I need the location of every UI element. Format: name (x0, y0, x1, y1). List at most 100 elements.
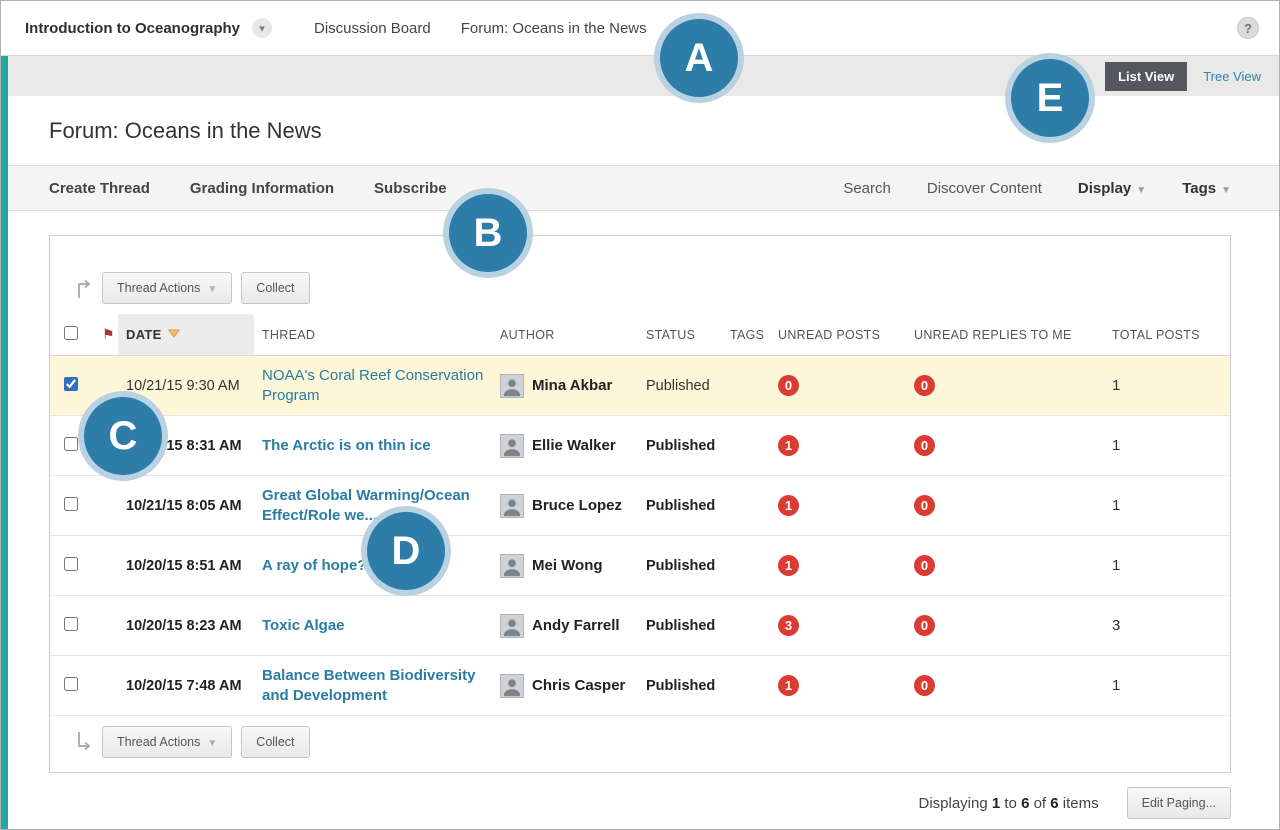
annotation-circle-d: D (367, 512, 445, 590)
select-all-arrow-icon (74, 277, 94, 299)
row-checkbox[interactable] (64, 677, 78, 691)
thread-link[interactable]: NOAA's Coral Reef Conservation Program (262, 366, 484, 406)
author-name: Bruce Lopez (532, 497, 622, 514)
paging-bar: Displaying 1 to 6 of 6 items Edit Paging… (49, 787, 1231, 819)
unread-replies-badge[interactable]: 0 (914, 375, 935, 396)
row-checkbox[interactable] (64, 497, 78, 511)
row-checkbox[interactable] (64, 437, 78, 451)
subscribe-button[interactable]: Subscribe (374, 180, 447, 197)
thread-list-card: Thread Actions▼ Collect ⚑ DATE THREAD AU… (49, 235, 1231, 773)
unread-posts-badge[interactable]: 0 (778, 375, 799, 396)
table-row[interactable]: 10/20/15 8:23 AM Toxic Algae Andy Farrel… (50, 596, 1230, 656)
thread-link[interactable]: Toxic Algae (262, 616, 345, 636)
avatar (500, 614, 524, 638)
total-posts-count: 1 (1104, 416, 1230, 476)
unread-replies-badge[interactable]: 0 (914, 615, 935, 636)
unread-replies-badge[interactable]: 0 (914, 555, 935, 576)
help-icon[interactable]: ? (1237, 17, 1259, 39)
author-column-header[interactable]: AUTHOR (492, 314, 638, 356)
thread-link[interactable]: A ray of hope? (262, 556, 366, 576)
thread-link[interactable]: Great Global Warming/Ocean Effect/Role w… (262, 486, 484, 526)
total-posts-count: 1 (1104, 476, 1230, 536)
tags-menu[interactable]: Tags▼ (1182, 180, 1231, 197)
avatar (500, 494, 524, 518)
collect-button[interactable]: Collect (241, 272, 309, 304)
edit-paging-button[interactable]: Edit Paging... (1127, 787, 1231, 819)
blackboard-window: Introduction to Oceanography ▾ Discussio… (0, 0, 1280, 830)
unread-replies-column-header[interactable]: UNREAD REPLIES TO ME (906, 314, 1104, 356)
thread-actions-button[interactable]: Thread Actions▼ (102, 272, 232, 304)
author-cell: Andy Farrell (500, 614, 630, 638)
thread-column-header[interactable]: THREAD (254, 314, 492, 356)
row-checkbox[interactable] (64, 557, 78, 571)
table-row[interactable]: 10/20/15 8:51 AM A ray of hope? Mei Wong… (50, 536, 1230, 596)
thread-link[interactable]: The Arctic is on thin ice (262, 436, 431, 456)
thread-status: Published (638, 356, 722, 416)
thread-actions-button[interactable]: Thread Actions▼ (102, 726, 232, 758)
table-header-row: ⚑ DATE THREAD AUTHOR STATUS TAGS UNREAD … (50, 314, 1230, 356)
author-cell: Mina Akbar (500, 374, 630, 398)
author-cell: Mei Wong (500, 554, 630, 578)
total-posts-column-header[interactable]: TOTAL POSTS (1104, 314, 1230, 356)
breadcrumb-discussion-board[interactable]: Discussion Board (314, 20, 431, 37)
select-all-checkbox[interactable] (64, 326, 78, 340)
chevron-down-icon: ▼ (207, 738, 217, 749)
thread-date: 10/20/15 8:51 AM (118, 536, 254, 596)
date-column-header[interactable]: DATE (118, 314, 254, 356)
thread-link[interactable]: Balance Between Biodiversity and Develop… (262, 666, 484, 706)
breadcrumb-forum[interactable]: Forum: Oceans in the News (461, 20, 647, 37)
thread-tags (722, 596, 770, 656)
collect-button[interactable]: Collect (241, 726, 309, 758)
unread-posts-column-header[interactable]: UNREAD POSTS (770, 314, 906, 356)
table-row[interactable]: 10/21/15 8:31 AM The Arctic is on thin i… (50, 416, 1230, 476)
course-menu-chevron-icon[interactable]: ▾ (252, 18, 272, 38)
thread-tags (722, 656, 770, 716)
table-row[interactable]: 10/20/15 7:48 AM Balance Between Biodive… (50, 656, 1230, 716)
display-menu[interactable]: Display▼ (1078, 180, 1146, 197)
unread-replies-badge[interactable]: 0 (914, 495, 935, 516)
select-all-arrow-icon (74, 731, 94, 753)
total-posts-count: 1 (1104, 356, 1230, 416)
thread-table: ⚑ DATE THREAD AUTHOR STATUS TAGS UNREAD … (50, 314, 1230, 716)
thread-date: 10/20/15 8:23 AM (118, 596, 254, 656)
unread-posts-badge[interactable]: 1 (778, 675, 799, 696)
unread-posts-badge[interactable]: 3 (778, 615, 799, 636)
status-column-header[interactable]: STATUS (638, 314, 722, 356)
row-checkbox[interactable] (64, 617, 78, 631)
unread-posts-badge[interactable]: 1 (778, 555, 799, 576)
author-name: Andy Farrell (532, 617, 620, 634)
table-row[interactable]: 10/21/15 8:05 AM Great Global Warming/Oc… (50, 476, 1230, 536)
author-cell: Chris Casper (500, 674, 630, 698)
flag-column-header[interactable]: ⚑ (94, 314, 118, 356)
thread-date: 10/21/15 8:05 AM (118, 476, 254, 536)
annotation-circle-b: B (449, 194, 527, 272)
content-area: Thread Actions▼ Collect ⚑ DATE THREAD AU… (1, 211, 1279, 819)
unread-replies-badge[interactable]: 0 (914, 675, 935, 696)
action-bar-left: Create Thread Grading Information Subscr… (49, 180, 447, 197)
row-flag-cell (94, 656, 118, 716)
avatar (500, 554, 524, 578)
paging-status: Displaying 1 to 6 of 6 items (919, 795, 1099, 812)
thread-status: Published (638, 416, 722, 476)
unread-replies-badge[interactable]: 0 (914, 435, 935, 456)
grading-information-button[interactable]: Grading Information (190, 180, 334, 197)
tags-column-header[interactable]: TAGS (722, 314, 770, 356)
author-cell: Bruce Lopez (500, 494, 630, 518)
tree-view-link[interactable]: Tree View (1203, 69, 1261, 84)
row-flag-cell (94, 596, 118, 656)
thread-tags (722, 536, 770, 596)
annotation-circle-a: A (660, 19, 738, 97)
list-toolbar-top: Thread Actions▼ Collect (50, 236, 1230, 314)
list-view-button[interactable]: List View (1105, 62, 1187, 91)
row-flag-cell (94, 476, 118, 536)
thread-status: Published (638, 536, 722, 596)
search-button[interactable]: Search (843, 180, 891, 197)
discover-content-button[interactable]: Discover Content (927, 180, 1042, 197)
row-checkbox[interactable] (64, 377, 78, 391)
create-thread-button[interactable]: Create Thread (49, 180, 150, 197)
annotation-circle-c: C (84, 397, 162, 475)
unread-posts-badge[interactable]: 1 (778, 495, 799, 516)
table-row[interactable]: 10/21/15 9:30 AM NOAA's Coral Reef Conse… (50, 356, 1230, 416)
unread-posts-badge[interactable]: 1 (778, 435, 799, 456)
row-flag-cell (94, 536, 118, 596)
